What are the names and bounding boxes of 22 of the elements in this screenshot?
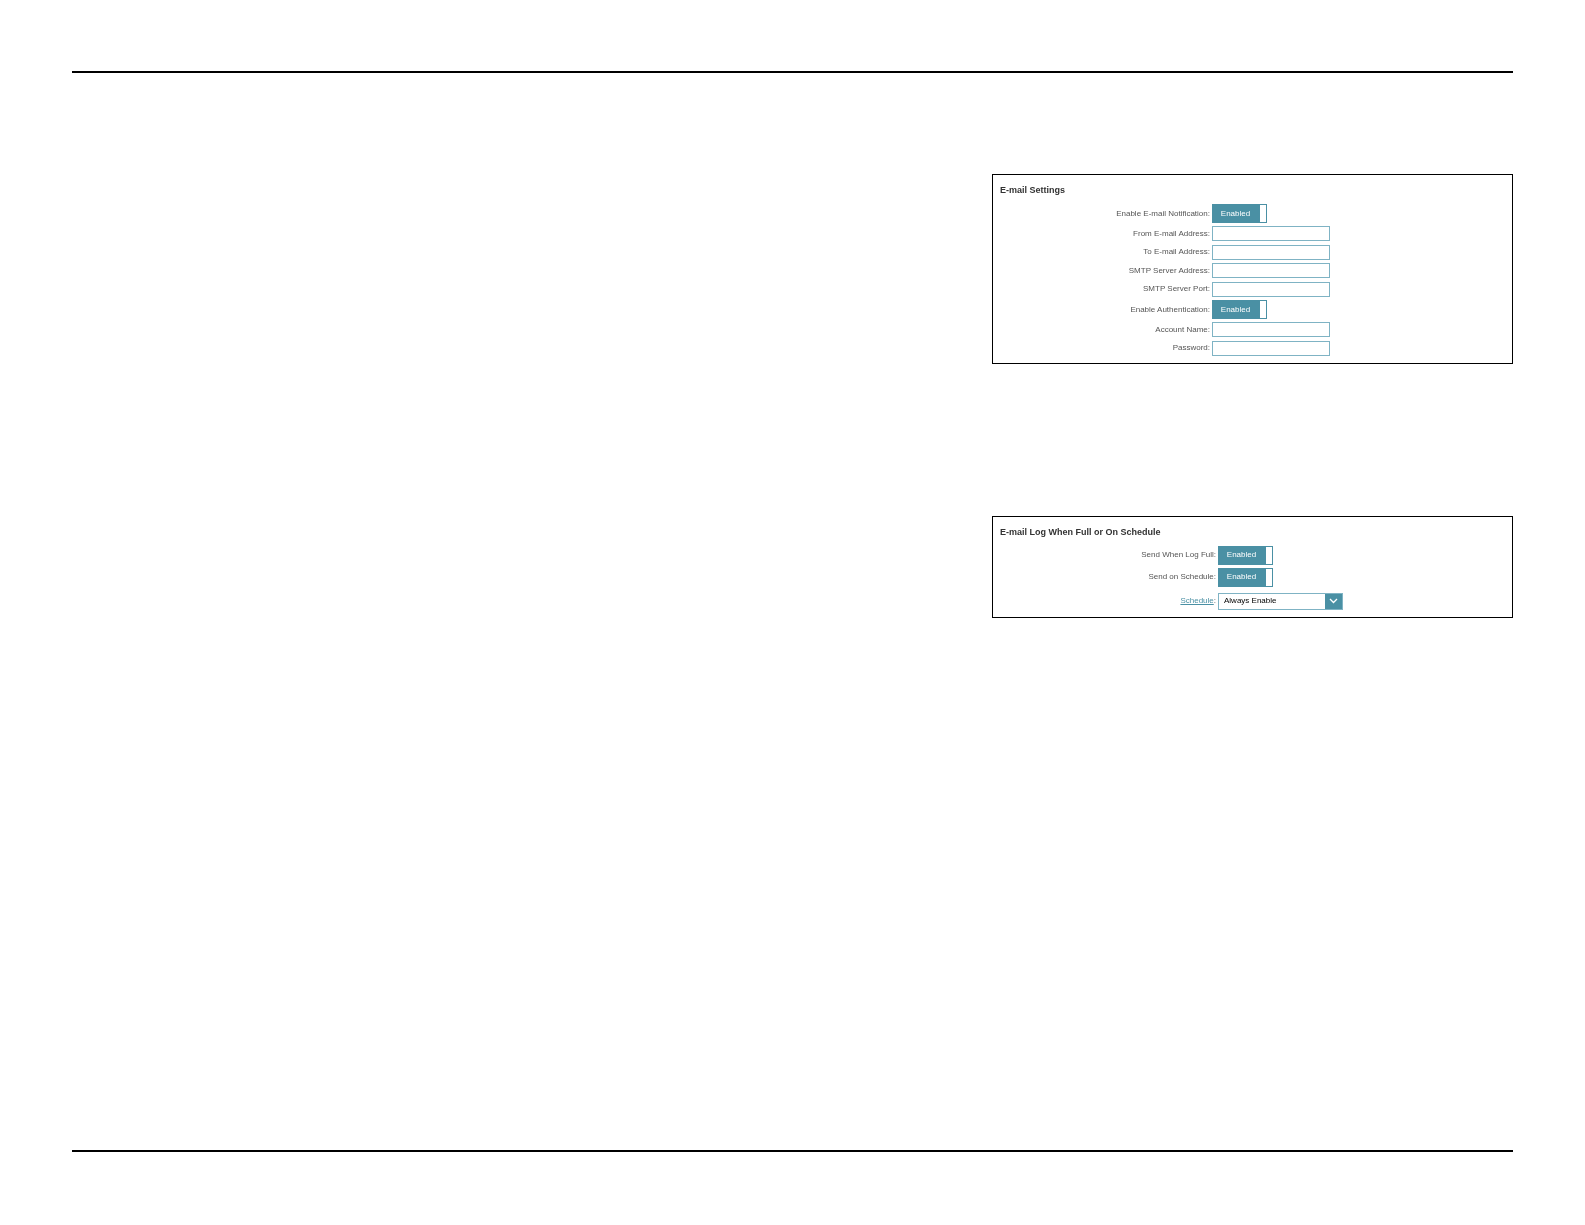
field-label: Account Name: <box>1155 323 1210 336</box>
field-label: To E-mail Address: <box>1143 246 1210 259</box>
field-label: Enable Authentication: <box>1130 303 1210 316</box>
input-field[interactable] <box>1212 322 1330 338</box>
field-label: SMTP Server Port: <box>1143 283 1210 296</box>
input-field[interactable] <box>1212 340 1330 356</box>
field-label: Password: <box>1172 342 1210 355</box>
schedule-dropdown[interactable]: Always Enable <box>1218 592 1343 610</box>
label-colon: : <box>1213 596 1216 605</box>
field-label: SMTP Server Address: <box>1128 264 1210 277</box>
input-field[interactable] <box>1212 226 1330 242</box>
field-label: From E-mail Address: <box>1133 227 1210 240</box>
field-label: Send on Schedule: <box>1148 571 1216 583</box>
field-label: Send When Log Full: <box>1141 549 1216 561</box>
panel-title: E-mail Log When Full or On Schedule <box>1000 525 1161 539</box>
schedule-link[interactable]: Schedule <box>1180 596 1214 605</box>
input-field[interactable] <box>1212 281 1330 297</box>
field-label: Enable E-mail Notification: <box>1116 207 1210 220</box>
input-field[interactable] <box>1212 263 1330 279</box>
panel-title: E-mail Settings <box>1000 184 1065 197</box>
chevron-down-icon <box>1329 598 1338 604</box>
input-field[interactable] <box>1212 244 1330 260</box>
